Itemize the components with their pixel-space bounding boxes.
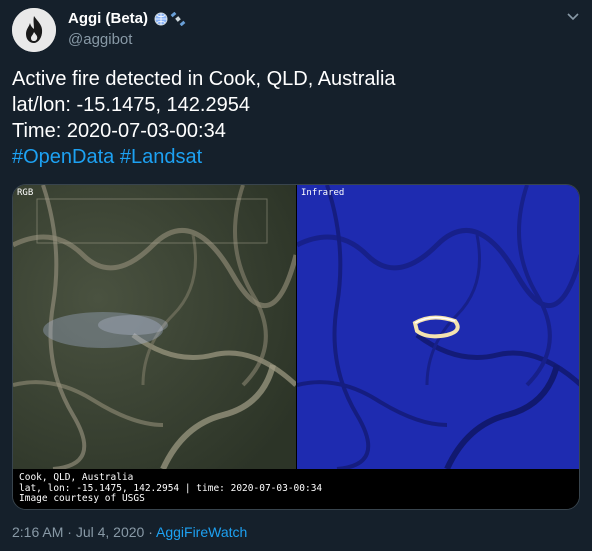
- meta-separator: ·: [144, 524, 156, 540]
- infrared-satellite-image: [295, 185, 579, 471]
- tweet-meta: 2:16 AM · Jul 4, 2020 · AggiFireWatch: [12, 524, 247, 540]
- rgb-label: RGB: [17, 188, 34, 198]
- tweet-source[interactable]: AggiFireWatch: [156, 524, 247, 540]
- tweet-line-time: Time: 2020-07-03-00:34: [12, 120, 226, 142]
- bot-badge: [154, 11, 186, 26]
- caption-credit: Image courtesy of USGS: [19, 493, 145, 504]
- globe-icon: [154, 12, 168, 25]
- author-name[interactable]: Aggi (Beta): [68, 10, 148, 27]
- author-handle[interactable]: @aggibot: [68, 31, 132, 48]
- hashtag-landsat[interactable]: #Landsat: [120, 146, 202, 168]
- tweet-date[interactable]: Jul 4, 2020: [76, 524, 145, 540]
- rgb-satellite-image: [13, 185, 299, 471]
- satellite-icon: [170, 11, 186, 26]
- infrared-image-panel[interactable]: Infrared: [295, 185, 579, 471]
- caption-location: Cook, QLD, Australia: [19, 472, 134, 483]
- tweet-line-latlon: lat/lon: -15.1475, 142.2954: [12, 94, 250, 116]
- tweet-time[interactable]: 2:16 AM: [12, 524, 63, 540]
- avatar[interactable]: [12, 8, 56, 52]
- author-row: Aggi (Beta): [68, 10, 186, 27]
- tweet-text: Active fire detected in Cook, QLD, Austr…: [12, 66, 580, 170]
- image-caption: Cook, QLD, Australia lat, lon: -15.1475,…: [13, 469, 579, 509]
- infrared-label: Infrared: [301, 188, 345, 198]
- meta-separator: ·: [63, 524, 76, 540]
- tweet-line-location: Active fire detected in Cook, QLD, Austr…: [12, 68, 396, 90]
- hashtag-opendata[interactable]: #OpenData: [12, 146, 114, 168]
- hashtags: #OpenData #Landsat: [12, 144, 580, 170]
- rgb-image-panel[interactable]: RGB: [13, 185, 299, 471]
- tweet-media[interactable]: RGB Infrared Cook, QLD, Australia lat, l…: [12, 184, 580, 510]
- chevron-down-icon[interactable]: [566, 12, 580, 22]
- fire-logo-icon: [12, 8, 56, 52]
